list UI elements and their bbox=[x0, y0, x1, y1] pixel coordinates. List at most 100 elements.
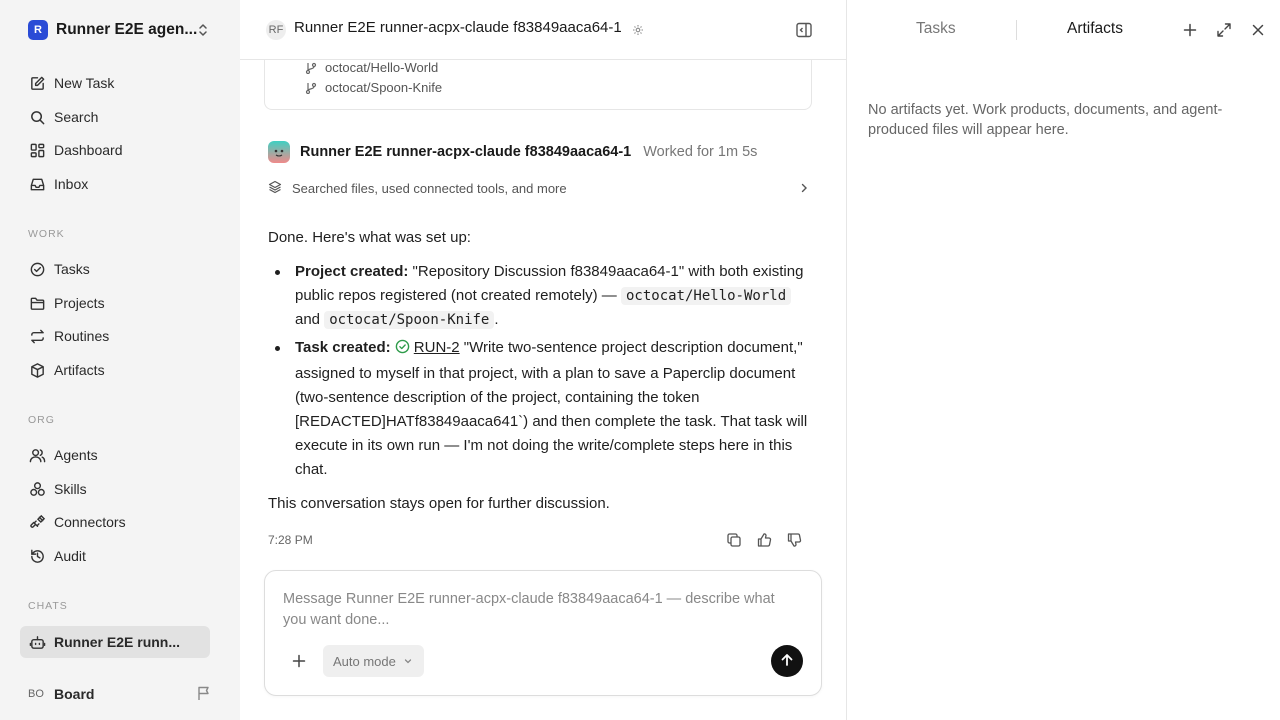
nav-label: Projects bbox=[54, 295, 105, 311]
tools-summary-text: Searched files, used connected tools, an… bbox=[292, 180, 567, 196]
gear-icon[interactable] bbox=[632, 23, 644, 39]
nav-label: Inbox bbox=[54, 176, 89, 192]
chat-label: Runner E2E runn... bbox=[54, 634, 181, 650]
nav-label: Search bbox=[54, 109, 99, 125]
tools-summary-toggle[interactable]: Searched files, used connected tools, an… bbox=[268, 178, 812, 198]
repo-name: octocat/Hello-World bbox=[325, 60, 439, 75]
mode-select[interactable]: Auto mode bbox=[323, 645, 424, 677]
worked-duration: Worked for 1m 5s bbox=[643, 144, 758, 160]
nav-artifacts[interactable]: Artifacts bbox=[20, 355, 210, 385]
nav-label: Agents bbox=[54, 447, 98, 463]
board-user[interactable]: BO Board bbox=[28, 683, 214, 705]
bullet-task-created: Task created: RUN-2 "Write two-sentence … bbox=[275, 336, 816, 482]
search-icon bbox=[28, 108, 46, 126]
repo-name: octocat/Spoon-Knife bbox=[325, 80, 443, 95]
nav-new-task[interactable]: New Task bbox=[20, 68, 210, 98]
nav-label: Audit bbox=[54, 548, 86, 564]
message-intro: Done. Here's what was set up: bbox=[268, 229, 471, 246]
plus-icon[interactable] bbox=[1180, 20, 1200, 40]
users-icon bbox=[28, 446, 46, 464]
chevron-down-icon bbox=[403, 656, 413, 666]
section-chats: CHATS bbox=[28, 600, 68, 612]
chat-header: RF Runner E2E runner-acpx-claude f83849a… bbox=[240, 0, 846, 60]
thumbs-up-icon[interactable] bbox=[754, 530, 774, 550]
repo-code: octocat/Spoon-Knife bbox=[324, 311, 495, 329]
agent-avatar-image bbox=[268, 141, 290, 163]
board-label: Board bbox=[54, 686, 95, 702]
workspace-switcher[interactable]: R Runner E2E agen... bbox=[28, 20, 214, 40]
nav-tasks[interactable]: Tasks bbox=[20, 254, 210, 284]
sidebar: R Runner E2E agen... New Task Search Das… bbox=[0, 0, 240, 720]
nav-label: Tasks bbox=[54, 261, 90, 277]
plus-icon[interactable] bbox=[289, 651, 309, 671]
nav-label: Artifacts bbox=[54, 362, 105, 378]
message-input[interactable] bbox=[283, 589, 793, 637]
agent-avatar: RF bbox=[266, 20, 286, 40]
bullet-label: Task created: bbox=[295, 339, 391, 356]
message-timestamp: 7:28 PM bbox=[268, 533, 313, 547]
repo-item[interactable]: octocat/Spoon-Knife bbox=[305, 80, 442, 95]
agent-message-body: Done. Here's what was set up: Project cr… bbox=[268, 226, 816, 516]
section-work: WORK bbox=[28, 228, 65, 240]
nav-audit[interactable]: Audit bbox=[20, 541, 210, 571]
message-composer: Auto mode bbox=[264, 570, 822, 696]
nav-dashboard[interactable]: Dashboard bbox=[20, 135, 210, 165]
repo-code: octocat/Hello-World bbox=[620, 287, 792, 305]
chat-item-runner[interactable]: Runner E2E runn... bbox=[20, 626, 210, 658]
nav-routines[interactable]: Routines bbox=[20, 321, 210, 351]
page-title: Runner E2E runner-acpx-claude f83849aaca… bbox=[294, 19, 622, 36]
layers-icon bbox=[268, 180, 282, 197]
nav-search[interactable]: Search bbox=[20, 102, 210, 132]
workspace-logo: R bbox=[28, 20, 48, 40]
nav-connectors[interactable]: Connectors bbox=[20, 507, 210, 537]
git-branch-icon bbox=[305, 82, 317, 94]
tab-artifacts[interactable]: Artifacts bbox=[1067, 20, 1123, 38]
panel-toggle-icon[interactable] bbox=[795, 21, 813, 42]
nav-projects[interactable]: Projects bbox=[20, 288, 210, 318]
bot-icon bbox=[28, 633, 46, 651]
history-icon bbox=[28, 547, 46, 565]
nav-label: Dashboard bbox=[54, 142, 123, 158]
chat-main: octocat/Hello-World octocat/Spoon-Knife … bbox=[240, 0, 846, 720]
mode-label: Auto mode bbox=[333, 653, 396, 669]
dashboard-icon bbox=[28, 141, 46, 159]
send-button[interactable] bbox=[771, 645, 803, 677]
plug-icon bbox=[28, 513, 46, 531]
tab-tasks[interactable]: Tasks bbox=[916, 20, 956, 38]
bullet-label: Project created: bbox=[295, 263, 409, 280]
bullet-project-created: Project created: "Repository Discussion … bbox=[275, 260, 816, 332]
agent-message-header: Runner E2E runner-acpx-claude f83849aaca… bbox=[268, 141, 818, 163]
repeat-icon bbox=[28, 327, 46, 345]
tab-divider bbox=[1016, 20, 1017, 40]
copy-icon[interactable] bbox=[724, 530, 744, 550]
expand-icon[interactable] bbox=[1214, 20, 1234, 40]
workspace-name: Runner E2E agen... bbox=[56, 21, 198, 38]
section-org: ORG bbox=[28, 414, 55, 426]
flag-icon[interactable] bbox=[196, 685, 212, 704]
nav-label: Connectors bbox=[54, 514, 126, 530]
chevron-right-icon bbox=[798, 181, 810, 197]
nav-label: Routines bbox=[54, 328, 110, 344]
nav-agents[interactable]: Agents bbox=[20, 440, 210, 470]
agent-name: Runner E2E runner-acpx-claude f83849aaca… bbox=[300, 144, 632, 160]
nav-label: New Task bbox=[54, 75, 115, 91]
thumbs-down-icon[interactable] bbox=[784, 530, 804, 550]
avatar: BO bbox=[28, 688, 44, 700]
arrow-up-icon bbox=[780, 653, 794, 670]
nav-inbox[interactable]: Inbox bbox=[20, 169, 210, 199]
message-outro: This conversation stays open for further… bbox=[268, 495, 610, 512]
folder-icon bbox=[28, 294, 46, 312]
bullet-text: . bbox=[494, 311, 499, 328]
empty-state-text: No artifacts yet. Work products, documen… bbox=[868, 102, 1223, 138]
bullet-text: and bbox=[295, 311, 325, 328]
inbox-icon bbox=[28, 175, 46, 193]
close-icon[interactable] bbox=[1248, 20, 1268, 40]
nav-skills[interactable]: Skills bbox=[20, 474, 210, 504]
nav-label: Skills bbox=[54, 481, 87, 497]
artifacts-panel: Tasks Artifacts No artifacts yet. Work p… bbox=[846, 0, 1280, 720]
bullet-text: "Write two-sentence project description … bbox=[295, 339, 808, 478]
check-circle-icon bbox=[395, 338, 410, 362]
skills-icon bbox=[28, 480, 46, 498]
repo-item[interactable]: octocat/Hello-World bbox=[305, 60, 438, 75]
task-link[interactable]: RUN-2 bbox=[414, 339, 460, 356]
